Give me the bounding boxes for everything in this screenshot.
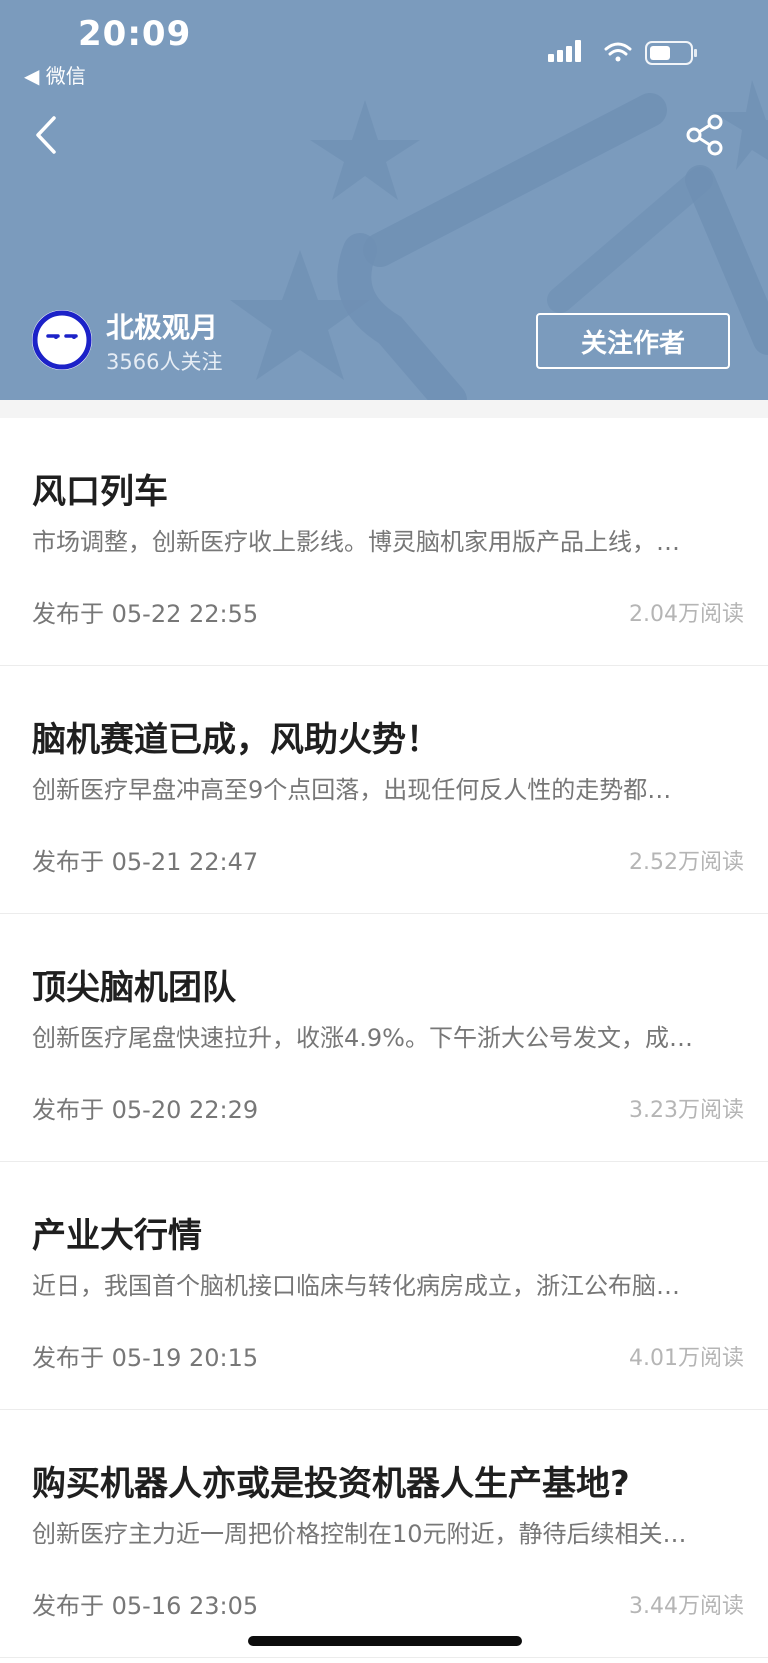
article-item[interactable]: 顶尖脑机团队 创新医疗尾盘快速拉升，收涨4.9%。下午浙大公号发文，成… 发布于… (0, 914, 768, 1162)
article-summary: 创新医疗早盘冲高至9个点回落，出现任何反人性的走势都… (32, 776, 672, 804)
article-title: 脑机赛道已成，风助火势！ (32, 720, 440, 760)
back-button[interactable] (30, 112, 66, 158)
author-header: 20:09 ◀ 微信 北极观月 3566人关注 关注作者 (0, 0, 768, 400)
follow-author-button[interactable]: 关注作者 (536, 313, 730, 369)
article-item[interactable]: 风口列车 市场调整，创新医疗收上影线。博灵脑机家用版产品上线，… 发布于 05-… (0, 418, 768, 666)
wifi-icon (604, 42, 632, 62)
article-read-count: 3.23万阅读 (629, 1098, 744, 1123)
share-button[interactable] (684, 112, 726, 158)
status-time: 20:09 (78, 14, 192, 54)
article-read-count: 4.01万阅读 (629, 1346, 744, 1371)
author-name: 北极观月 (106, 311, 219, 344)
article-title: 顶尖脑机团队 (32, 968, 236, 1008)
section-divider (0, 400, 768, 418)
article-read-count: 2.04万阅读 (629, 602, 744, 627)
article-read-count: 3.44万阅读 (629, 1594, 744, 1619)
article-date: 发布于 05-16 23:05 (32, 1592, 259, 1620)
article-title: 购买机器人亦或是投资机器人生产基地? (32, 1464, 630, 1504)
article-date: 发布于 05-19 20:15 (32, 1344, 259, 1372)
article-summary: 市场调整，创新医疗收上影线。博灵脑机家用版产品上线，… (32, 528, 680, 556)
article-date: 发布于 05-21 22:47 (32, 848, 259, 876)
back-to-app-link[interactable]: ◀ 微信 (24, 60, 86, 89)
author-avatar[interactable] (32, 310, 92, 370)
chevron-left-icon (36, 116, 56, 154)
article-read-count: 2.52万阅读 (629, 850, 744, 875)
article-title: 产业大行情 (32, 1216, 202, 1256)
article-item[interactable]: 购买机器人亦或是投资机器人生产基地? 创新医疗主力近一周把价格控制在10元附近，… (0, 1410, 768, 1658)
status-indicators (548, 36, 716, 66)
article-date: 发布于 05-20 22:29 (32, 1096, 259, 1124)
article-list: 风口列车 市场调整，创新医疗收上影线。博灵脑机家用版产品上线，… 发布于 05-… (0, 418, 768, 1658)
battery-icon (645, 41, 697, 65)
article-item[interactable]: 产业大行情 近日，我国首个脑机接口临床与转化病房成立，浙江公布脑… 发布于 05… (0, 1162, 768, 1410)
article-title: 风口列车 (32, 472, 168, 512)
article-summary: 近日，我国首个脑机接口临床与转化病房成立，浙江公布脑… (32, 1272, 680, 1300)
cellular-signal-icon (548, 40, 581, 62)
article-date: 发布于 05-22 22:55 (32, 600, 259, 628)
article-item[interactable]: 脑机赛道已成，风助火势！ 创新医疗早盘冲高至9个点回落，出现任何反人性的走势都…… (0, 666, 768, 914)
article-summary: 创新医疗尾盘快速拉升，收涨4.9%。下午浙大公号发文，成… (32, 1024, 693, 1052)
article-summary: 创新医疗主力近一周把价格控制在10元附近，静待后续相关… (32, 1520, 687, 1548)
home-indicator[interactable] (248, 1636, 522, 1646)
author-follower-count: 3566人关注 (106, 350, 223, 374)
share-icon (686, 114, 723, 156)
